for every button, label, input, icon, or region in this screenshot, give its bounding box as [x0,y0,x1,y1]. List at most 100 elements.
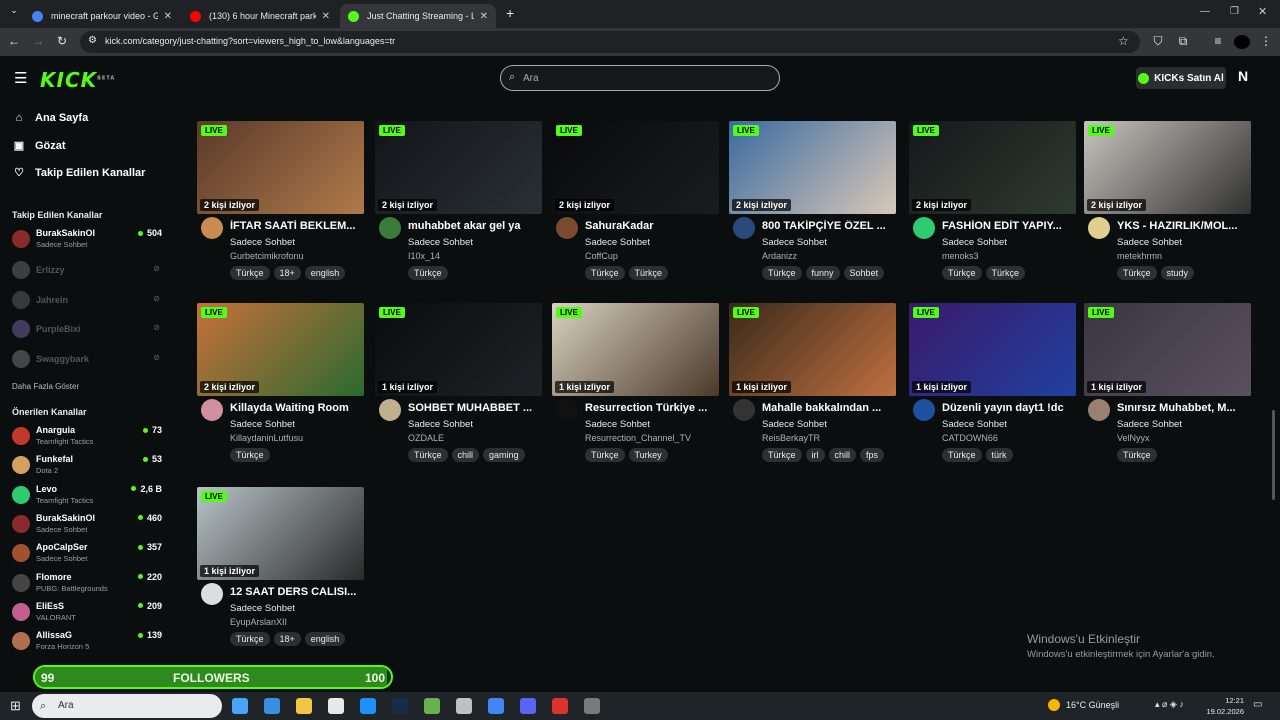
stream-card[interactable]: LIVE 2 kişi izliyor muhabbet akar gel ya Sa… [375,121,542,291]
taskbar-app-icon[interactable] [392,698,408,714]
stream-thumbnail[interactable]: LIVE 1 kişi izliyor [729,303,896,396]
forward-icon[interactable]: → [30,34,46,48]
taskbar-app-icon[interactable] [456,698,472,714]
streamer-name[interactable]: I10x_14 [408,251,440,261]
stream-tag[interactable]: Türkçe [1117,448,1157,462]
streamer-avatar[interactable] [201,399,223,421]
stream-tag[interactable]: chill [451,448,480,462]
suggested-channel[interactable]: EliEsS VALORANT 209 [12,600,162,626]
stream-thumbnail[interactable]: LIVE 2 kişi izliyor [375,121,542,214]
nav-home[interactable]: ⌂ Ana Sayfa [12,112,89,124]
browser-tab[interactable]: minecraft parkour video - Google ✕ [24,4,180,28]
buy-kicks-button[interactable]: KICKs Satın Al [1136,67,1226,89]
taskbar-app-icon[interactable] [360,698,376,714]
stream-thumbnail[interactable]: LIVE 2 kişi izliyor [552,121,719,214]
suggested-channel[interactable]: Flomore PUBG: Battlegrounds 220 [12,571,162,597]
stream-tag[interactable]: chill [828,448,857,462]
maximize-icon[interactable]: ❐ [1230,6,1239,17]
back-icon[interactable]: ← [6,34,22,48]
streamer-name[interactable]: Resurrection_Channel_TV [585,433,691,443]
streamer-avatar[interactable] [379,399,401,421]
new-tab-button[interactable]: + [506,5,514,21]
taskbar-app-icon[interactable] [552,698,568,714]
stream-card[interactable]: LIVE 1 kişi izliyor Resurrection Türkiye .… [552,303,719,473]
streamer-name[interactable]: CoffCup [585,251,618,261]
stream-category[interactable]: Sadece Sohbet [942,237,1007,248]
stream-tag[interactable]: Türkçe [1117,266,1157,280]
taskbar-app-icon[interactable] [328,698,344,714]
show-more-link[interactable]: Daha Fazla Göster [12,382,79,391]
stream-category[interactable]: Sadece Sohbet [230,237,295,248]
browser-tab[interactable]: Just Chatting Streaming - Live S ✕ [340,4,496,28]
stream-title[interactable]: İFTAR SAATİ BEKLEM... [230,220,360,232]
streamer-avatar[interactable] [556,217,578,239]
stream-card[interactable]: LIVE 2 kişi izliyor Killayda Waiting Room S… [197,303,364,473]
stream-tag[interactable]: Türkçe [942,266,982,280]
streamer-avatar[interactable] [733,399,755,421]
sidebar-channel[interactable]: Jahrein ⊘ [12,288,162,314]
scrollbar[interactable] [1272,410,1275,500]
windows-start-icon[interactable]: ⊞ [10,698,21,714]
stream-card[interactable]: LIVE 2 kişi izliyor SahuraKadar Sadece Sohb… [552,121,719,291]
stream-tag[interactable]: 18+ [273,266,301,280]
stream-category[interactable]: Sadece Sohbet [408,419,473,430]
suggested-channel[interactable]: AllissaG Forza Horizon 5 139 [12,629,162,655]
streamer-name[interactable]: ReisBerkayTR [762,433,820,443]
taskbar-app-icon[interactable] [520,698,536,714]
stream-title[interactable]: SOHBET MUHABBET ... [408,402,538,414]
stream-title[interactable]: Killayda Waiting Room [230,402,360,414]
suggested-channel[interactable]: Funkefal Dota 2 53 [12,453,162,479]
streamer-avatar[interactable] [1088,217,1110,239]
stream-category[interactable]: Sadece Sohbet [762,419,827,430]
taskbar-app-icon[interactable] [488,698,504,714]
stream-card[interactable]: LIVE 1 kişi izliyor Mahalle bakkalından ..… [729,303,896,473]
stream-tag[interactable]: Türkçe [762,448,802,462]
stream-tag[interactable]: Türkçe [585,266,625,280]
stream-card[interactable]: LIVE 1 kişi izliyor Sınırsız Muhabbet, M..… [1084,303,1251,473]
stream-card[interactable]: LIVE 1 kişi izliyor 12 SAAT DERS CALISI...… [197,487,364,657]
streamer-name[interactable]: CATDOWN66 [942,433,998,443]
stream-card[interactable]: LIVE 2 kişi izliyor İFTAR SAATİ BEKLEM... S… [197,121,364,291]
stream-thumbnail[interactable]: LIVE 1 kişi izliyor [375,303,542,396]
streamer-avatar[interactable] [201,217,223,239]
stream-title[interactable]: 12 SAAT DERS CALISI... [230,586,360,598]
stream-tag[interactable]: english [304,632,346,646]
sidebar-channel[interactable]: BurakSakinOl Sadece Sohbet 504 [12,227,162,253]
extensions-icon[interactable]: ⧉ [1175,34,1191,49]
stream-tag[interactable]: Turkey [628,448,668,462]
taskbar-app-icon[interactable] [584,698,600,714]
streamer-avatar[interactable] [913,399,935,421]
stream-title[interactable]: SahuraKadar [585,220,715,232]
stream-title[interactable]: Resurrection Türkiye ... [585,402,715,414]
stream-card[interactable]: LIVE 2 kişi izliyor FASHİON EDİT YAPIY... S… [909,121,1076,291]
stream-tag[interactable]: Türkçe [230,448,270,462]
sidebar-channel[interactable]: PurpleBixi ⊘ [12,317,162,343]
stream-category[interactable]: Sadece Sohbet [1117,419,1182,430]
stream-title[interactable]: Sınırsız Muhabbet, M... [1117,402,1247,414]
stream-thumbnail[interactable]: LIVE 1 kişi izliyor [909,303,1076,396]
stream-category[interactable]: Sadece Sohbet [408,237,473,248]
stream-tag[interactable]: Türkçe [408,448,448,462]
streamer-avatar[interactable] [913,217,935,239]
stream-category[interactable]: Sadece Sohbet [762,237,827,248]
stream-card[interactable]: LIVE 1 kişi izliyor Düzenli yayın dayt1 !d… [909,303,1076,473]
weather-widget[interactable]: 16°C Güneşli [1048,699,1119,711]
browser-tab[interactable]: (130) 6 hour Minecraft parkour ✕ [182,4,338,28]
streamer-avatar[interactable] [201,583,223,605]
stream-tag[interactable]: Türkçe [230,266,270,280]
stream-tag[interactable]: Türkçe [628,266,669,280]
taskbar-search[interactable]: ⌕ Ara [32,694,222,718]
stream-thumbnail[interactable]: LIVE 2 kişi izliyor [197,303,364,396]
stream-thumbnail[interactable]: LIVE 2 kişi izliyor [729,121,896,214]
stream-tag[interactable]: 18+ [273,632,301,646]
suggested-channel[interactable]: Levo Teamfight Tactics 2,6 B [12,483,162,509]
stream-card[interactable]: LIVE 2 kişi izliyor 800 TAKİPÇİYE ÖZEL ...… [729,121,896,291]
sidebar-channel[interactable]: Erlizzy ⊘ [12,258,162,284]
stream-tag[interactable]: fps [860,448,885,462]
stream-tag[interactable]: gaming [483,448,525,462]
menu-dots-icon[interactable]: ⋮ [1258,34,1274,48]
stream-category[interactable]: Sadece Sohbet [585,419,650,430]
taskbar-app-icon[interactable] [264,698,280,714]
stream-category[interactable]: Sadece Sohbet [230,419,295,430]
minimize-icon[interactable]: — [1200,6,1210,17]
